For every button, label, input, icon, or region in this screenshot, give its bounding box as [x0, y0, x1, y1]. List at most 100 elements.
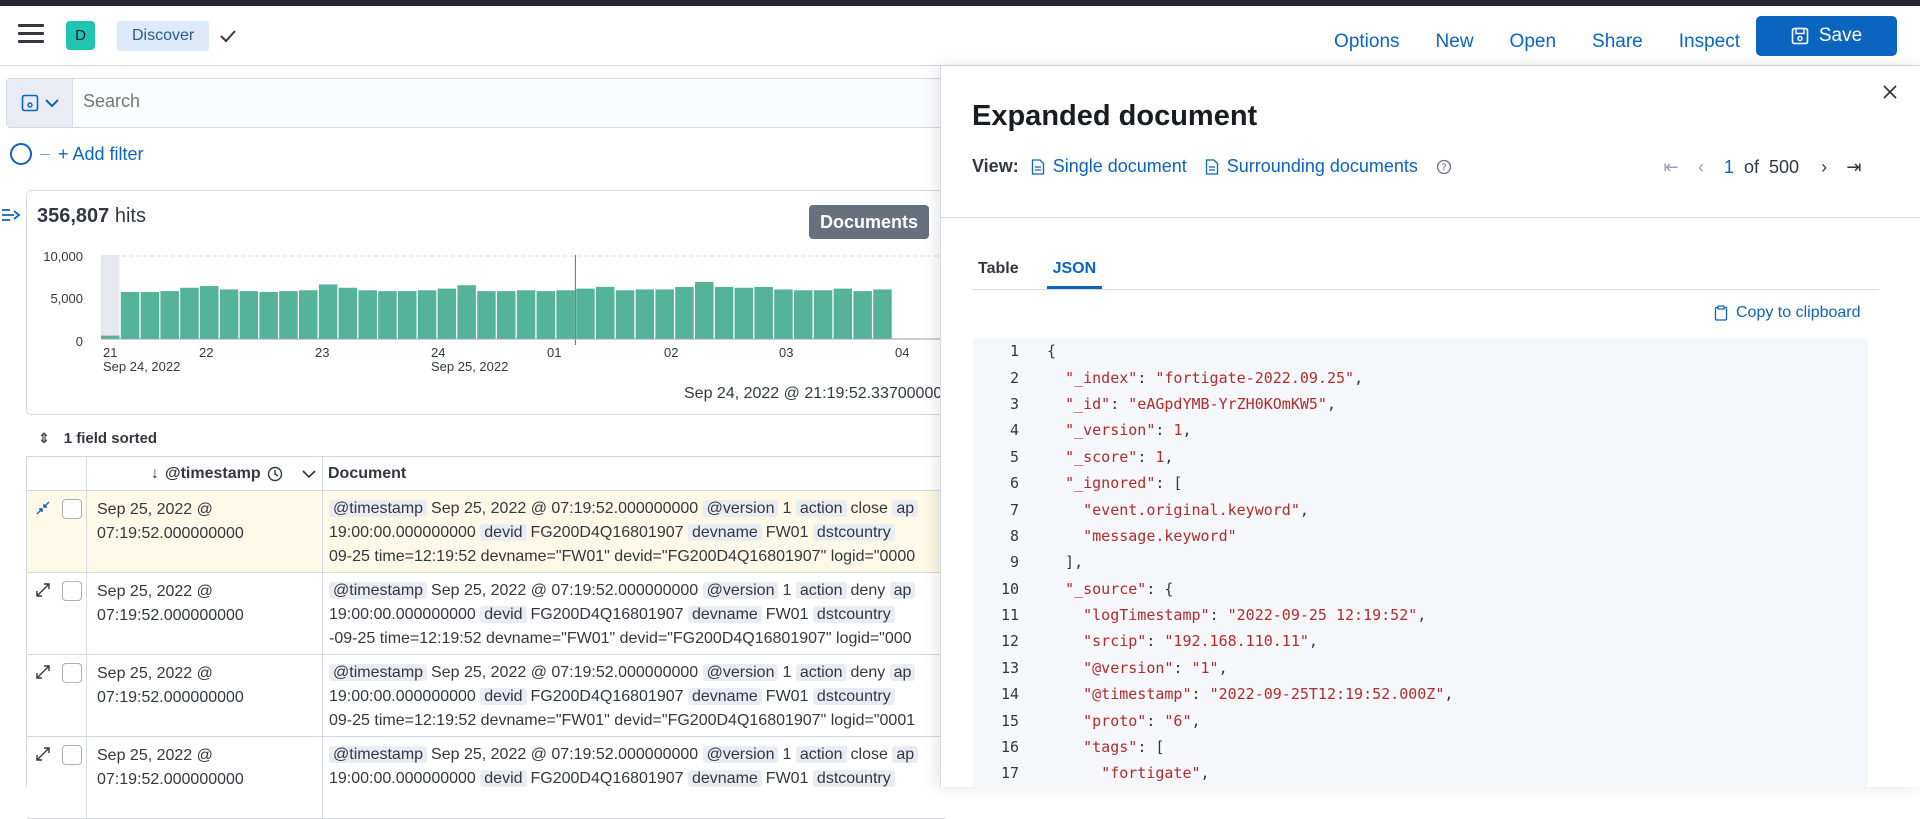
open-link[interactable]: Open — [1510, 31, 1556, 53]
histogram-bar[interactable] — [794, 290, 813, 339]
filter-options-icon[interactable] — [10, 143, 32, 165]
inspect-link[interactable]: Inspect — [1679, 31, 1740, 53]
table-row[interactable]: Sep 25, 2022 @ 07:19:52.000000000 @timesta… — [27, 737, 946, 819]
ts-time: 07:19:52.000000000 — [97, 689, 244, 706]
json-code-viewer[interactable]: 1{2 "_index": "fortigate-2022.09.25", 3 "… — [973, 338, 1868, 787]
histogram-bar[interactable] — [516, 290, 536, 339]
histogram-bar[interactable] — [556, 290, 575, 339]
add-filter-button[interactable]: + Add filter — [58, 144, 144, 165]
histogram-bar[interactable] — [219, 289, 239, 339]
histogram-bar[interactable] — [695, 281, 714, 339]
histogram-bar[interactable] — [873, 289, 892, 339]
histogram-bar[interactable] — [259, 291, 278, 339]
histogram-bar[interactable] — [813, 290, 833, 339]
prev-page-icon[interactable]: ‹ — [1686, 154, 1716, 180]
expand-icon[interactable] — [35, 746, 51, 762]
ts-time: 07:19:52.000000000 — [97, 525, 244, 542]
row-controls — [27, 491, 87, 572]
histogram-bar[interactable] — [774, 289, 793, 339]
histogram-bar[interactable] — [655, 289, 674, 339]
histogram-bar[interactable] — [675, 286, 694, 339]
histogram-bar[interactable] — [160, 291, 179, 339]
histogram-bar[interactable] — [180, 287, 199, 339]
histogram-bar[interactable] — [576, 288, 595, 339]
histogram-bar[interactable] — [417, 290, 437, 339]
help-icon[interactable]: ? — [1436, 159, 1452, 175]
next-page-icon[interactable]: › — [1809, 154, 1839, 180]
table-row[interactable]: Sep 25, 2022 @ 07:19:52.000000000 @timesta… — [27, 655, 946, 737]
surrounding-documents-link[interactable]: Surrounding documents — [1205, 156, 1418, 177]
histogram-bar[interactable] — [120, 291, 140, 339]
histogram-bar[interactable] — [398, 291, 417, 339]
row-checkbox[interactable] — [62, 663, 82, 683]
histogram-bar[interactable] — [833, 288, 853, 339]
histogram-chart[interactable] — [101, 255, 947, 345]
code-line: 6 "_ignored": [ — [1009, 474, 1183, 493]
saved-query-button[interactable] — [7, 79, 73, 127]
new-link[interactable]: New — [1436, 31, 1474, 53]
space-avatar[interactable]: D — [66, 21, 95, 50]
control-column-header — [27, 457, 87, 490]
options-link[interactable]: Options — [1334, 31, 1399, 53]
page-current[interactable]: 1 — [1724, 157, 1734, 178]
table-row[interactable]: Sep 25, 2022 @ 07:19:52.000000000 @timesta… — [27, 491, 946, 573]
sidebar-toggle-icon[interactable] — [0, 205, 22, 225]
histogram-bar[interactable] — [437, 288, 457, 339]
histogram-bar[interactable] — [358, 290, 377, 339]
last-page-icon[interactable]: ⇥ — [1839, 154, 1869, 180]
share-link[interactable]: Share — [1592, 31, 1643, 53]
histogram-bar[interactable] — [101, 335, 120, 339]
expand-icon[interactable] — [35, 582, 51, 598]
sort-indicator[interactable]: ⇕ 1 field sorted — [26, 420, 946, 456]
histogram-bar[interactable] — [477, 291, 496, 339]
histogram-bar[interactable] — [338, 287, 358, 339]
save-button[interactable]: Save — [1756, 16, 1897, 56]
view-switcher: View: Single document Surrounding docume… — [972, 156, 1452, 177]
selected-bucket-highlight — [101, 255, 120, 339]
histogram-bar[interactable] — [299, 290, 318, 339]
collapse-icon[interactable] — [35, 500, 51, 516]
row-checkbox[interactable] — [62, 581, 82, 601]
histogram-bar[interactable] — [853, 291, 872, 339]
histogram-bar[interactable] — [754, 286, 773, 339]
document-cell: @timestamp Sep 25, 2022 @ 07:19:52.000000… — [323, 573, 946, 654]
document-cell: @timestamp Sep 25, 2022 @ 07:19:52.000000… — [329, 664, 916, 729]
close-icon[interactable] — [1882, 84, 1898, 100]
histogram-bar[interactable] — [615, 290, 635, 339]
histogram-bar[interactable] — [457, 285, 476, 339]
page-total[interactable]: 500 — [1769, 157, 1799, 178]
histogram-bar[interactable] — [318, 284, 338, 339]
histogram-bar[interactable] — [714, 286, 734, 339]
search-input[interactable] — [83, 91, 783, 112]
histogram-bar[interactable] — [279, 291, 298, 339]
document-column-header[interactable]: Document — [323, 457, 946, 490]
row-checkbox[interactable] — [62, 745, 82, 765]
first-page-icon[interactable]: ⇤ — [1656, 154, 1686, 180]
row-checkbox[interactable] — [62, 499, 82, 519]
column-menu-chevron-icon[interactable] — [302, 469, 316, 479]
timestamp-column-header[interactable]: ↓ @timestamp — [87, 457, 323, 490]
table-row[interactable]: Sep 25, 2022 @ 07:19:52.000000000 @timesta… — [27, 573, 946, 655]
tab-table[interactable]: Table — [972, 254, 1025, 289]
timestamp-cell: Sep 25, 2022 @ 07:19:52.000000000 — [87, 655, 323, 736]
histogram-bar[interactable] — [239, 291, 259, 339]
expanded-document-flyout: Expanded document View: Single document … — [940, 66, 1920, 787]
single-document-link[interactable]: Single document — [1031, 156, 1187, 177]
menu-icon[interactable] — [18, 24, 44, 48]
histogram-bar[interactable] — [200, 286, 219, 339]
copy-to-clipboard-button[interactable]: Copy to clipboard — [1714, 304, 1861, 322]
tab-json[interactable]: JSON — [1046, 254, 1103, 289]
histogram-bar[interactable] — [536, 291, 556, 339]
svg-text:?: ? — [1441, 162, 1446, 173]
histogram-bar[interactable] — [378, 291, 397, 339]
histogram-bar[interactable] — [635, 289, 655, 339]
histogram-bar[interactable] — [734, 287, 754, 339]
histogram-bar[interactable] — [596, 286, 615, 339]
row-controls — [27, 655, 87, 736]
expand-icon[interactable] — [35, 664, 51, 680]
histogram-bar[interactable] — [497, 291, 516, 339]
code-line: 13 "@version": "1", — [1000, 658, 1228, 677]
document-table: ↓ @timestamp Document Sep 25, 2022 @ 07:1… — [26, 456, 946, 819]
breadcrumb-discover[interactable]: Discover — [117, 21, 210, 51]
histogram-bar[interactable] — [140, 291, 160, 339]
